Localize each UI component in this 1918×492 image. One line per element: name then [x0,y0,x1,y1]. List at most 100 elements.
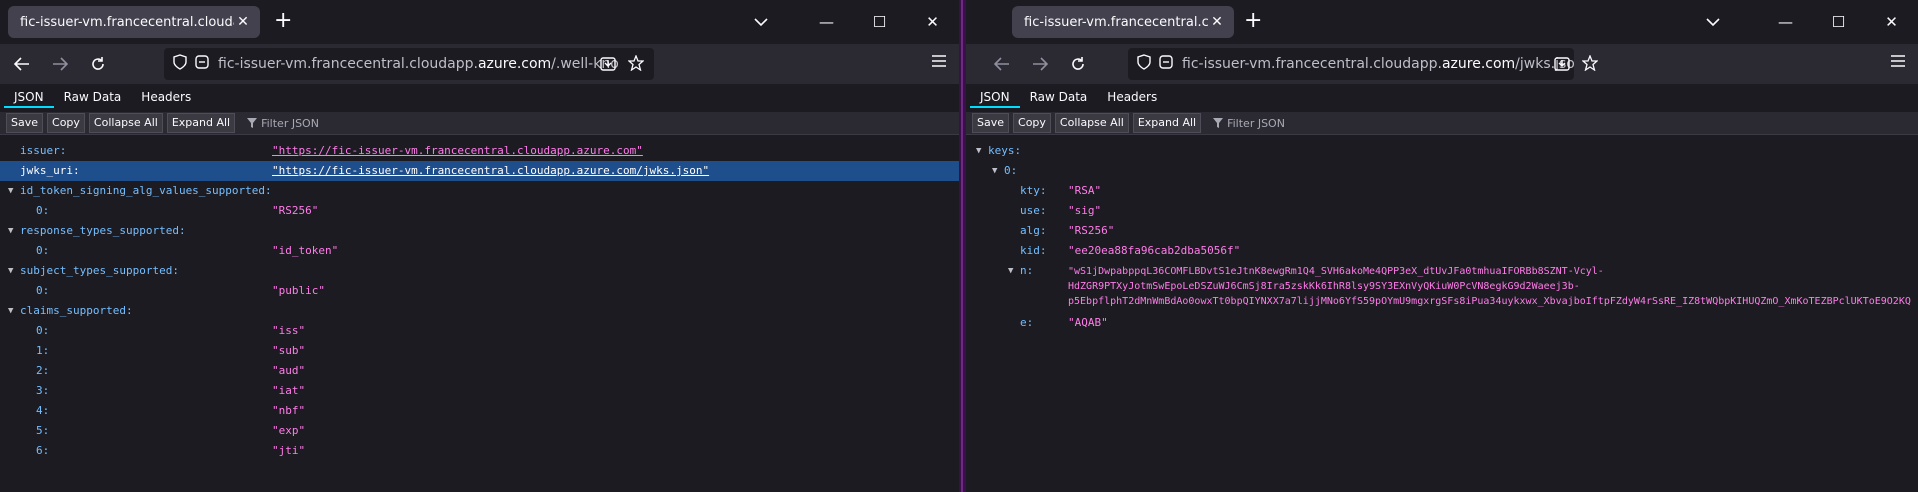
save-to-pocket-icon[interactable] [600,56,616,76]
bookmark-star-icon[interactable] [1581,54,1599,75]
close-tab-icon[interactable]: ✕ [1208,13,1226,31]
bookmark-star-icon[interactable] [627,54,645,75]
json-value-link[interactable]: "https://fic-issuer-vm.francecentral.clo… [272,161,709,181]
save-button[interactable]: Save [972,113,1010,133]
json-row-response-types[interactable]: ▼ response_types_supported: [0,221,959,241]
tab-title: fic-issuer-vm.francecentral.cloudapp.azu… [20,14,234,30]
tab-raw-data[interactable]: Raw Data [1020,90,1098,108]
site-info-icon[interactable] [1158,54,1174,74]
json-row-kty[interactable]: kty: "RSA" [966,181,1918,201]
json-key: alg: [1020,224,1047,237]
json-row-issuer[interactable]: issuer: "https://fic-issuer-vm.francecen… [0,141,959,161]
expand-arrow-icon[interactable]: ▼ [8,261,13,281]
back-icon[interactable] [986,48,1018,80]
json-row-item[interactable]: 0: "RS256" [0,201,959,221]
json-row-item[interactable]: 2: "aud" [0,361,959,381]
collapse-all-button[interactable]: Collapse All [1054,113,1129,133]
json-row-index[interactable]: ▼ 0: [966,161,1918,181]
json-row-item[interactable]: 5: "exp" [0,421,959,441]
filter-icon [247,118,258,128]
json-row-subject-types[interactable]: ▼ subject_types_supported: [0,261,959,281]
collapse-all-button[interactable]: Collapse All [88,113,163,133]
tab-headers[interactable]: Headers [131,90,201,108]
filter-json-input[interactable]: Filter JSON [247,117,319,130]
tab-raw-data[interactable]: Raw Data [54,90,132,108]
json-row-item[interactable]: 0: "iss" [0,321,959,341]
json-value: "RS256" [1068,224,1115,237]
json-row-alg[interactable]: alg: "RS256" [966,221,1918,241]
json-value-link[interactable]: "https://fic-issuer-vm.francecentral.clo… [272,141,643,161]
maximize-icon[interactable]: ☐ [853,0,906,44]
browser-tab[interactable]: fic-issuer-vm.francecentral.cloudapp.azu… [1012,6,1234,38]
window-controls: — ☐ ✕ [1759,0,1918,44]
expand-arrow-icon[interactable]: ▼ [8,221,13,241]
json-value: "id_token" [272,244,339,257]
minimize-icon[interactable]: — [1759,0,1812,44]
forward-icon[interactable] [44,48,76,80]
maximize-icon[interactable]: ☐ [1812,0,1865,44]
json-key: 1: [36,344,50,357]
expand-arrow-icon[interactable]: ▼ [8,301,13,321]
save-button[interactable]: Save [6,113,44,133]
hamburger-menu-icon[interactable] [1890,52,1906,73]
tab-headers[interactable]: Headers [1097,90,1167,108]
json-row-claims[interactable]: ▼ claims_supported: [0,301,959,321]
save-to-pocket-icon[interactable] [1554,56,1570,76]
json-row-item[interactable]: 4: "nbf" [0,401,959,421]
back-icon[interactable] [6,48,38,80]
json-row-item[interactable]: 3: "iat" [0,381,959,401]
json-row-jwks-uri[interactable]: jwks_uri: "https://fic-issuer-vm.francec… [0,161,959,181]
url-bar[interactable]: fic-issuer-vm.francecentral.cloudapp.azu… [164,48,654,80]
site-info-icon[interactable] [194,54,210,74]
list-all-tabs-icon[interactable] [754,12,768,31]
json-row-keys[interactable]: ▼ keys: [966,141,1918,161]
list-all-tabs-icon[interactable] [1706,12,1720,31]
close-window-icon[interactable]: ✕ [906,0,959,44]
json-value: HdZGR9PTXyJotmSwEpoLeDSZuWJ6CmSj8Ira5zsk… [1068,281,1580,292]
json-value: "iat" [272,384,306,397]
json-key: 0: [36,284,50,297]
new-tab-icon[interactable]: + [274,10,292,32]
json-row-alg-values[interactable]: ▼ id_token_signing_alg_values_supported: [0,181,959,201]
copy-button[interactable]: Copy [1013,113,1051,133]
tracking-protection-shield-icon[interactable] [1136,54,1152,74]
filter-placeholder: Filter JSON [261,116,319,130]
json-row-e[interactable]: e: "AQAB" [966,313,1918,333]
json-value: "ee20ea88fa96cab2dba5056f" [1068,244,1241,257]
json-row-n[interactable]: ▼ n: "wS1jDwpabppqL36COMFLBDvtS1eJtnK8ew… [966,261,1918,313]
json-key: 0: [36,244,50,257]
filter-icon [1213,118,1224,128]
url-bar[interactable]: fic-issuer-vm.francecentral.cloudapp.azu… [1128,48,1574,80]
browser-tab[interactable]: fic-issuer-vm.francecentral.cloudapp.azu… [8,6,260,38]
json-row-item[interactable]: 0: "id_token" [0,241,959,261]
json-row-use[interactable]: use: "sig" [966,201,1918,221]
json-row-item[interactable]: 6: "jti" [0,441,959,461]
expand-arrow-icon[interactable]: ▼ [1008,261,1013,281]
expand-arrow-icon[interactable]: ▼ [8,181,13,201]
window-controls: — ☐ ✕ [800,0,959,44]
right-browser-window: fic-issuer-vm.francecentral.cloudapp.azu… [966,0,1918,492]
tab-json[interactable]: JSON [4,90,54,108]
tracking-protection-shield-icon[interactable] [172,54,188,74]
reload-icon[interactable] [1062,48,1094,80]
close-window-icon[interactable]: ✕ [1865,0,1918,44]
json-value: "RSA" [1068,184,1102,197]
json-row-kid[interactable]: kid: "ee20ea88fa96cab2dba5056f" [966,241,1918,261]
json-key: kty: [1020,184,1047,197]
reload-icon[interactable] [82,48,114,80]
filter-json-input[interactable]: Filter JSON [1213,117,1285,130]
hamburger-menu-icon[interactable] [931,52,947,73]
new-tab-icon[interactable]: + [1244,10,1262,32]
expand-arrow-icon[interactable]: ▼ [992,161,997,181]
expand-all-button[interactable]: Expand All [1132,113,1202,133]
forward-icon[interactable] [1024,48,1056,80]
tab-json[interactable]: JSON [970,90,1020,108]
close-tab-icon[interactable]: ✕ [234,13,252,31]
json-row-item[interactable]: 0: "public" [0,281,959,301]
json-key: 2: [36,364,50,377]
json-row-item[interactable]: 1: "sub" [0,341,959,361]
expand-arrow-icon[interactable]: ▼ [976,141,981,161]
expand-all-button[interactable]: Expand All [166,113,236,133]
copy-button[interactable]: Copy [47,113,85,133]
minimize-icon[interactable]: — [800,0,853,44]
